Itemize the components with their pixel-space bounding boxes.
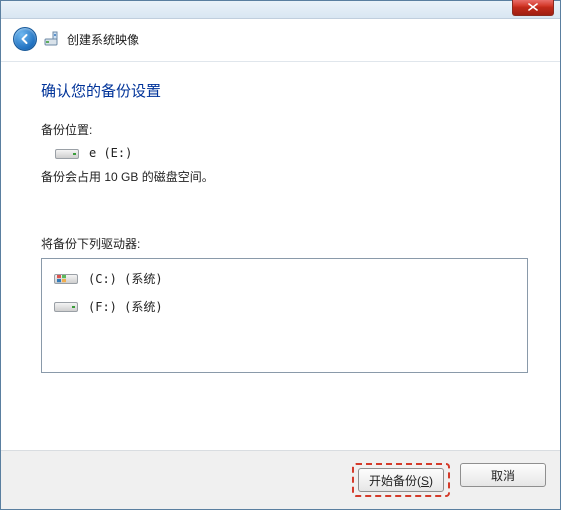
- backup-location-label: 备份位置:: [41, 121, 528, 138]
- drive-icon: [52, 297, 80, 315]
- start-button-highlight: 开始备份(S): [352, 463, 450, 497]
- close-button[interactable]: [512, 0, 554, 16]
- start-label-suffix: ): [429, 474, 433, 488]
- cancel-button[interactable]: 取消: [460, 463, 546, 487]
- start-label-key: S: [421, 474, 429, 488]
- drive-label: (C:) (系统): [88, 270, 163, 287]
- back-arrow-icon: [18, 32, 32, 46]
- start-label-prefix: 开始备份(: [369, 474, 421, 488]
- windows-drive-icon: [52, 269, 80, 287]
- close-icon: [528, 3, 538, 11]
- header: 创建系统映像: [1, 19, 560, 62]
- backup-size-note: 备份会占用 10 GB 的磁盘空间。: [41, 168, 528, 185]
- content-area: 确认您的备份设置 备份位置: e (E:) 备份会占用 10 GB 的磁盘空间。…: [1, 62, 560, 450]
- titlebar: [1, 1, 560, 19]
- wizard-window: 创建系统映像 确认您的备份设置 备份位置: e (E:) 备份会占用 10 GB…: [0, 0, 561, 510]
- list-item: (C:) (系统): [50, 265, 519, 293]
- page-heading: 确认您的备份设置: [41, 80, 528, 101]
- wizard-title: 创建系统映像: [67, 31, 139, 48]
- wizard-icon: [43, 30, 61, 48]
- backup-location-value: e (E:): [89, 146, 132, 160]
- drives-list: (C:) (系统) (F:) (系统): [41, 258, 528, 373]
- start-backup-button[interactable]: 开始备份(S): [358, 468, 444, 492]
- drive-label: (F:) (系统): [88, 298, 163, 315]
- backup-location-row: e (E:): [53, 144, 528, 162]
- footer: 开始备份(S) 取消: [1, 450, 560, 509]
- list-item: (F:) (系统): [50, 293, 519, 321]
- drive-icon: [53, 144, 81, 162]
- drives-section-label: 将备份下列驱动器:: [41, 235, 528, 252]
- back-button[interactable]: [13, 27, 37, 51]
